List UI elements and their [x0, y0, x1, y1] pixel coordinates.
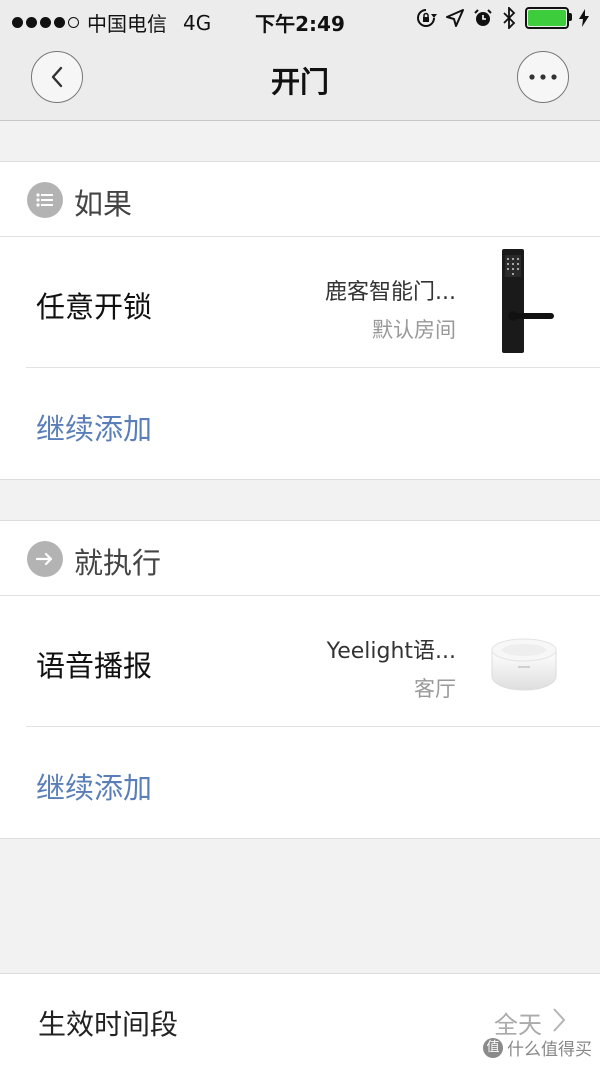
watermark: 值 什么值得买: [483, 1035, 592, 1060]
door-lock-image: [502, 249, 554, 353]
alarm-icon: [474, 9, 492, 26]
watermark-logo: 值: [483, 1037, 503, 1058]
if-section-title: 如果: [74, 187, 133, 221]
if-add-more-button[interactable]: 继续添加: [0, 368, 600, 479]
speaker-image: [491, 638, 557, 691]
action-device-room: 客厅: [414, 677, 456, 701]
if-section: 如果 任意开锁 鹿客智能门... 默认房间 继续添加: [0, 161, 600, 480]
if-section-header: 如果: [0, 162, 600, 237]
more-icon: [529, 74, 557, 80]
trigger-device-room: 默认房间: [372, 318, 456, 342]
status-bar: 中国电信 4G 下午2:49: [0, 0, 600, 40]
action-label: 语音播报: [36, 649, 153, 683]
bluetooth-icon: [503, 7, 516, 29]
trigger-label: 任意开锁: [36, 290, 153, 324]
arrow-right-icon: [27, 541, 63, 577]
navigation-bar: 开门: [0, 40, 600, 121]
then-add-more-label: 继续添加: [36, 771, 153, 805]
then-section-title: 就执行: [74, 546, 162, 580]
effective-period-label: 生效时间段: [38, 1008, 179, 1041]
watermark-text: 什么值得买: [507, 1040, 592, 1060]
status-right: [415, 7, 590, 29]
then-add-more-button[interactable]: 继续添加: [0, 727, 600, 838]
trigger-device-name: 鹿客智能门...: [325, 280, 456, 305]
rotation-lock-icon: [417, 9, 437, 27]
battery-icon: [525, 7, 572, 29]
then-section: 就执行 语音播报 Yeelight语... 客厅 继续添加: [0, 520, 600, 839]
location-icon: [446, 9, 464, 27]
then-section-header: 就执行: [0, 521, 600, 596]
charging-icon: [579, 9, 589, 27]
page-title: 开门: [270, 65, 329, 99]
action-device-name: Yeelight语...: [326, 639, 456, 664]
list-icon: [27, 182, 63, 218]
trigger-row[interactable]: 任意开锁 鹿客智能门... 默认房间: [26, 237, 600, 368]
more-button[interactable]: [517, 51, 569, 103]
effective-period-row[interactable]: 生效时间段 全天 值 什么值得买: [0, 973, 600, 1066]
chevron-right-icon: [553, 1008, 566, 1032]
if-add-more-label: 继续添加: [36, 412, 153, 446]
action-row[interactable]: 语音播报 Yeelight语... 客厅: [26, 596, 600, 727]
